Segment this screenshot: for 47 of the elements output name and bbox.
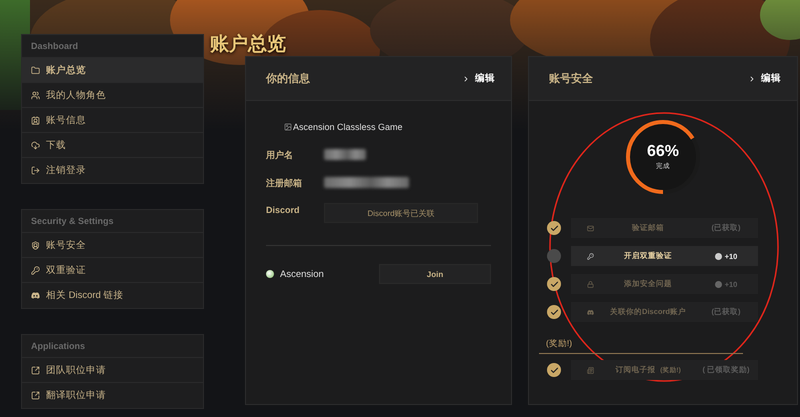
task-icon bbox=[587, 280, 594, 288]
bonus-heading: (奖励!) bbox=[539, 338, 743, 354]
task-icon bbox=[587, 252, 594, 260]
panel-title: 账号安全 bbox=[549, 72, 593, 86]
sidebar-item[interactable]: 下载 bbox=[22, 133, 203, 158]
server-icon bbox=[266, 270, 274, 278]
field-label: Discord bbox=[266, 204, 301, 215]
coin-icon bbox=[714, 252, 722, 260]
coin-icon bbox=[714, 280, 722, 288]
sidebar-icon bbox=[31, 366, 40, 374]
sidebar-heading: Security & Settings bbox=[22, 210, 203, 233]
chevron-icon bbox=[748, 74, 756, 82]
page-title: 账户总览 bbox=[210, 34, 287, 56]
edit-link[interactable]: 编辑 bbox=[748, 72, 781, 85]
sidebar-item[interactable]: 账号安全 bbox=[22, 233, 203, 258]
field-label: 注册邮箱 bbox=[266, 177, 303, 190]
chevron-icon bbox=[462, 74, 470, 82]
edit-link[interactable]: 编辑 bbox=[462, 72, 495, 85]
sidebar-item[interactable]: 账号信息 bbox=[22, 108, 203, 133]
sidebar-item[interactable]: 注销登录 bbox=[22, 158, 203, 183]
blurred-value bbox=[324, 149, 366, 160]
sidebar-icon bbox=[31, 140, 40, 150]
sidebar-heading: Applications bbox=[22, 335, 203, 358]
sidebar-icon bbox=[31, 240, 40, 250]
server-name: Ascension bbox=[266, 268, 324, 280]
sidebar-item[interactable]: 账户总览 bbox=[22, 58, 203, 83]
task-icon bbox=[587, 224, 594, 232]
progress-percent: 66% bbox=[646, 144, 680, 160]
sidebar-icon bbox=[31, 266, 40, 274]
field-label: 用户名 bbox=[266, 149, 294, 162]
sidebar-icon bbox=[31, 116, 40, 124]
sidebar-icon bbox=[31, 391, 40, 400]
sidebar-item[interactable]: 相关 Discord 链接 bbox=[22, 283, 203, 308]
sidebar-item[interactable]: 我的人物角色 bbox=[22, 83, 203, 108]
broken-image: Ascension Classless Game bbox=[284, 119, 491, 135]
sidebar-item[interactable]: 团队职位申请 bbox=[22, 358, 203, 383]
sidebar-item[interactable]: 双重验证 bbox=[22, 258, 203, 283]
discord-status: Discord账号已关联 bbox=[324, 203, 478, 223]
join-button[interactable]: Join bbox=[379, 264, 491, 284]
sidebar-icon bbox=[31, 166, 40, 175]
panel-title: 你的信息 bbox=[266, 72, 310, 86]
sidebar-item[interactable]: 翻译职位申请 bbox=[22, 383, 203, 408]
sidebar-icon bbox=[31, 90, 40, 100]
task-icon bbox=[587, 366, 594, 374]
task-icon bbox=[587, 308, 594, 316]
sidebar-icon bbox=[31, 291, 40, 300]
sidebar-icon bbox=[31, 66, 40, 74]
